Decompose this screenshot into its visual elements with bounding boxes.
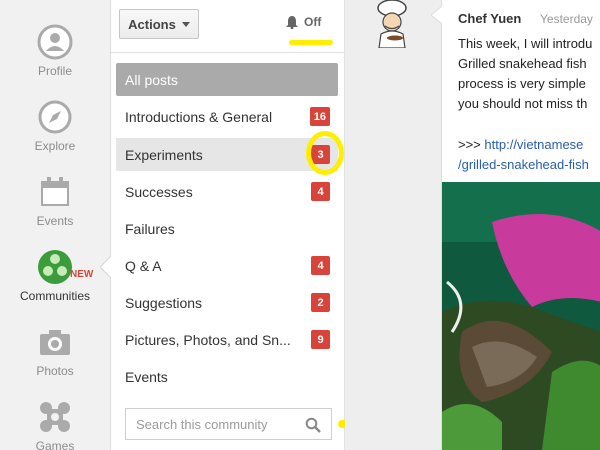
calendar-icon	[41, 177, 69, 206]
category-label: Experiments	[125, 146, 203, 163]
nav-item-explore[interactable]: Explore	[0, 99, 110, 153]
nav-label-games: Games	[35, 439, 75, 450]
search-icon[interactable]	[305, 417, 321, 433]
chef-avatar[interactable]	[365, 0, 420, 48]
category-count-badge: 9	[311, 330, 330, 349]
post-text-line: This week, I will introdu	[458, 36, 593, 51]
food-photo[interactable]	[442, 182, 600, 450]
post-text-line: process is very simple	[458, 76, 586, 91]
nav-label-explore: Explore	[34, 139, 76, 153]
category-label: Pictures, Photos, and Sn...	[125, 331, 291, 348]
category-count-badge: 2	[311, 293, 330, 312]
category-pictures[interactable]: Pictures, Photos, and Sn... 9	[116, 323, 338, 356]
new-badge: NEW	[70, 269, 94, 280]
compass-icon	[38, 100, 72, 134]
highlight-underline	[289, 40, 333, 45]
category-count-badge: 16	[309, 107, 330, 126]
notifications-toggle[interactable]: Off	[286, 15, 321, 29]
actions-button[interactable]: Actions	[119, 9, 199, 39]
category-label: Events	[125, 368, 168, 385]
nav-label-events: Events	[36, 214, 74, 228]
nav-label-communities: Communities	[19, 289, 91, 303]
highlight-circle	[306, 131, 344, 175]
post-card: Chef Yuen Yesterday This week, I will in…	[441, 0, 600, 450]
category-introductions[interactable]: Introductions & General 16	[116, 100, 338, 133]
post-author[interactable]: Chef Yuen	[458, 11, 521, 26]
post-link-line: >>> http://vietnamese	[458, 137, 583, 152]
category-all-posts[interactable]: All posts	[116, 63, 338, 96]
category-label: Q & A	[125, 257, 162, 274]
communities-icon	[38, 250, 72, 284]
camera-icon	[40, 330, 70, 355]
category-events[interactable]: Events	[116, 360, 338, 393]
category-label: Failures	[125, 220, 175, 237]
nav-item-games[interactable]: Games	[0, 399, 110, 450]
nav-item-photos[interactable]: Photos	[0, 324, 110, 378]
search-box[interactable]	[125, 408, 332, 440]
divider	[111, 52, 345, 53]
app-root: Profile Explore Events NEW Communities P…	[0, 0, 600, 450]
link-prefix: >>>	[458, 137, 481, 152]
category-label: All posts	[125, 71, 178, 88]
category-successes[interactable]: Successes 4	[116, 175, 338, 208]
category-label: Successes	[125, 183, 193, 200]
category-label: Suggestions	[125, 294, 203, 311]
category-label: Introductions & General	[125, 108, 273, 125]
games-icon	[40, 402, 70, 432]
profile-icon	[37, 24, 73, 60]
nav-rail: Profile Explore Events NEW Communities P…	[0, 0, 112, 450]
category-failures[interactable]: Failures	[116, 212, 338, 245]
notifications-label: Off	[304, 15, 322, 29]
nav-label-profile: Profile	[37, 64, 72, 78]
category-experiments[interactable]: Experiments 3	[116, 138, 338, 171]
post-time[interactable]: Yesterday	[540, 12, 593, 26]
category-count-badge: 4	[311, 182, 330, 201]
card-pointer-icon	[431, 6, 442, 24]
category-count-badge: 4	[311, 256, 330, 275]
search-input[interactable]	[136, 416, 296, 432]
post-text-line: you should not miss th	[458, 96, 588, 111]
bell-icon	[286, 15, 298, 29]
post-text-line: Grilled snakehead fish	[458, 56, 587, 71]
chevron-down-icon	[181, 21, 190, 27]
nav-item-communities[interactable]: NEW Communities	[0, 249, 110, 303]
nav-item-profile[interactable]: Profile	[0, 24, 110, 78]
community-sidebar: Actions Off All posts Introductions & Ge…	[111, 0, 345, 450]
category-q-and-a[interactable]: Q & A 4	[116, 249, 338, 282]
nav-item-events[interactable]: Events	[0, 174, 110, 228]
post-link-continued[interactable]: /grilled-snakehead-fish	[458, 157, 589, 172]
post-column: Chef Yuen Yesterday This week, I will in…	[345, 0, 600, 450]
nav-label-photos: Photos	[36, 364, 74, 378]
post-link[interactable]: http://vietnamese	[484, 137, 583, 152]
actions-label: Actions	[128, 16, 176, 32]
category-suggestions[interactable]: Suggestions 2	[116, 286, 338, 319]
